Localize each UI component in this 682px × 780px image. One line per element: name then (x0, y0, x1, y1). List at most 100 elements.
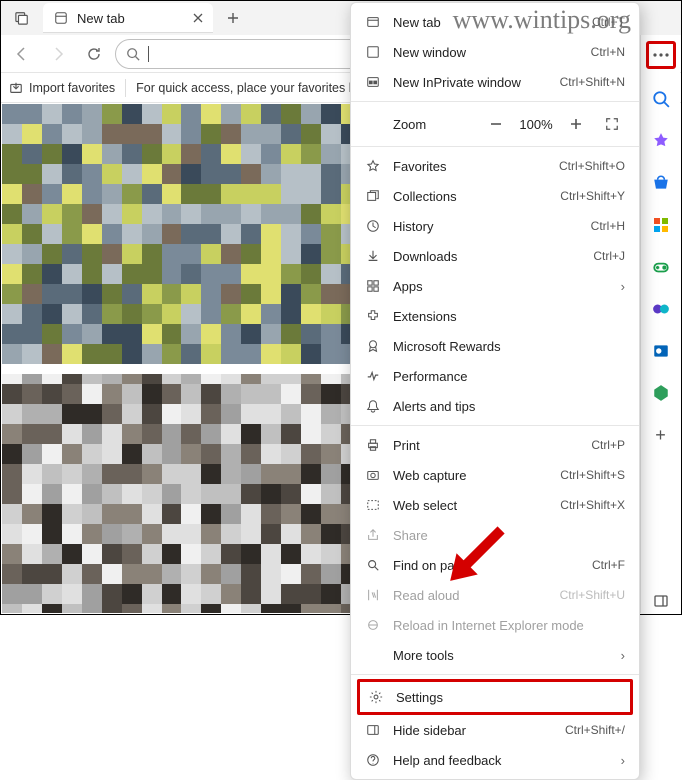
sidebar-office-icon[interactable] (649, 297, 673, 321)
menu-new-inprivate-shortcut: Ctrl+Shift+N (560, 75, 625, 89)
menu-extensions[interactable]: Extensions (351, 301, 639, 331)
history-icon (365, 218, 381, 234)
forward-button (43, 39, 73, 69)
sidebar-outlook-icon[interactable] (649, 339, 673, 363)
menu-print[interactable]: Print Ctrl+P (351, 430, 639, 460)
sidebar-add-button[interactable]: + (649, 423, 673, 447)
new-tab-button[interactable] (219, 4, 247, 32)
menu-rewards-label: Microsoft Rewards (393, 339, 625, 354)
import-favorites-button[interactable]: Import favorites (9, 81, 115, 95)
menu-help[interactable]: Help and feedback › (351, 745, 639, 775)
inprivate-icon (365, 74, 381, 90)
menu-rewards[interactable]: Microsoft Rewards (351, 331, 639, 361)
settings-and-more-button[interactable] (646, 41, 676, 69)
refresh-button[interactable] (79, 39, 109, 69)
zoom-out-button[interactable] (483, 111, 509, 137)
menu-web-capture-shortcut: Ctrl+Shift+S (560, 468, 625, 482)
menu-downloads[interactable]: Downloads Ctrl+J (351, 241, 639, 271)
zoom-label: Zoom (393, 117, 473, 132)
menu-alerts[interactable]: Alerts and tips (351, 391, 639, 421)
zoom-in-button[interactable] (563, 111, 589, 137)
alerts-icon (365, 398, 381, 414)
back-button[interactable] (7, 39, 37, 69)
sidebar-shopping-icon[interactable] (649, 171, 673, 195)
search-icon (126, 47, 140, 61)
tab-close-icon[interactable] (193, 13, 203, 23)
extensions-icon (365, 308, 381, 324)
sidebar-games-icon[interactable] (649, 255, 673, 279)
read-aloud-icon (365, 587, 381, 603)
menu-performance[interactable]: Performance (351, 361, 639, 391)
address-caret (148, 46, 149, 62)
rewards-icon (365, 338, 381, 354)
settings-menu: New tab Ctrl+T New window Ctrl+N New InP… (350, 2, 640, 780)
menu-read-aloud-label: Read aloud (393, 588, 548, 603)
chevron-right-icon: › (621, 753, 625, 768)
menu-new-window-shortcut: Ctrl+N (591, 45, 625, 59)
menu-apps-label: Apps (393, 279, 609, 294)
sidebar-onenote-icon[interactable] (649, 381, 673, 405)
menu-collections-shortcut: Ctrl+Shift+Y (560, 189, 625, 203)
menu-collections[interactable]: Collections Ctrl+Shift+Y (351, 181, 639, 211)
menu-web-capture-label: Web capture (393, 468, 548, 483)
menu-new-tab[interactable]: New tab Ctrl+T (351, 7, 639, 37)
menu-downloads-shortcut: Ctrl+J (593, 249, 625, 263)
menu-downloads-label: Downloads (393, 249, 581, 264)
sidebar-collapse-icon[interactable] (649, 589, 673, 613)
menu-settings[interactable]: Settings (360, 682, 630, 712)
menu-alerts-label: Alerts and tips (393, 399, 625, 414)
menu-collections-label: Collections (393, 189, 548, 204)
menu-favorites[interactable]: Favorites Ctrl+Shift+O (351, 151, 639, 181)
ie-icon (365, 617, 381, 633)
menu-web-select-label: Web select (393, 498, 548, 513)
tab-actions-icon[interactable] (7, 3, 37, 33)
tab-title: New tab (77, 11, 125, 26)
help-icon (365, 752, 381, 768)
import-icon (9, 81, 23, 95)
performance-icon (365, 368, 381, 384)
menu-new-tab-shortcut: Ctrl+T (592, 15, 625, 29)
print-icon (365, 437, 381, 453)
find-icon (365, 557, 381, 573)
blank-icon (365, 647, 381, 663)
menu-history-label: History (393, 219, 579, 234)
menu-new-window[interactable]: New window Ctrl+N (351, 37, 639, 67)
menu-help-label: Help and feedback (393, 753, 609, 768)
menu-web-select[interactable]: Web select Ctrl+Shift+X (351, 490, 639, 520)
apps-icon (365, 278, 381, 294)
share-icon (365, 527, 381, 543)
downloads-icon (365, 248, 381, 264)
menu-print-shortcut: Ctrl+P (591, 438, 625, 452)
settings-highlight-box: Settings (357, 679, 633, 715)
menu-find-label: Find on page (393, 558, 580, 573)
menu-zoom-row: Zoom 100% (351, 106, 639, 142)
menu-new-tab-label: New tab (393, 15, 580, 30)
sidebar-search-icon[interactable] (649, 87, 673, 111)
menu-find[interactable]: Find on page Ctrl+F (351, 550, 639, 580)
menu-read-aloud: Read aloud Ctrl+Shift+U (351, 580, 639, 610)
chevron-right-icon: › (621, 279, 625, 294)
menu-favorites-shortcut: Ctrl+Shift+O (559, 159, 625, 173)
menu-new-inprivate-label: New InPrivate window (393, 75, 548, 90)
menu-web-capture[interactable]: Web capture Ctrl+Shift+S (351, 460, 639, 490)
menu-separator (351, 425, 639, 426)
menu-new-inprivate[interactable]: New InPrivate window Ctrl+Shift+N (351, 67, 639, 97)
hide-sidebar-icon (365, 722, 381, 738)
chevron-right-icon: › (621, 648, 625, 663)
menu-separator (351, 146, 639, 147)
fullscreen-button[interactable] (599, 111, 625, 137)
menu-hide-sidebar[interactable]: Hide sidebar Ctrl+Shift+/ (351, 715, 639, 745)
sidebar-copilot-icon[interactable] (649, 129, 673, 153)
menu-new-window-label: New window (393, 45, 579, 60)
gear-icon (368, 689, 384, 705)
menu-hide-sidebar-shortcut: Ctrl+Shift+/ (565, 723, 625, 737)
sidebar-tools-icon[interactable] (649, 213, 673, 237)
menu-more-tools[interactable]: More tools › (351, 640, 639, 670)
favorites-icon (365, 158, 381, 174)
web-capture-icon (365, 467, 381, 483)
menu-apps[interactable]: Apps › (351, 271, 639, 301)
tab-new-tab[interactable]: New tab (43, 3, 213, 33)
bookbar-separator (125, 79, 126, 97)
menu-history[interactable]: History Ctrl+H (351, 211, 639, 241)
tab-favicon-icon (53, 10, 69, 26)
